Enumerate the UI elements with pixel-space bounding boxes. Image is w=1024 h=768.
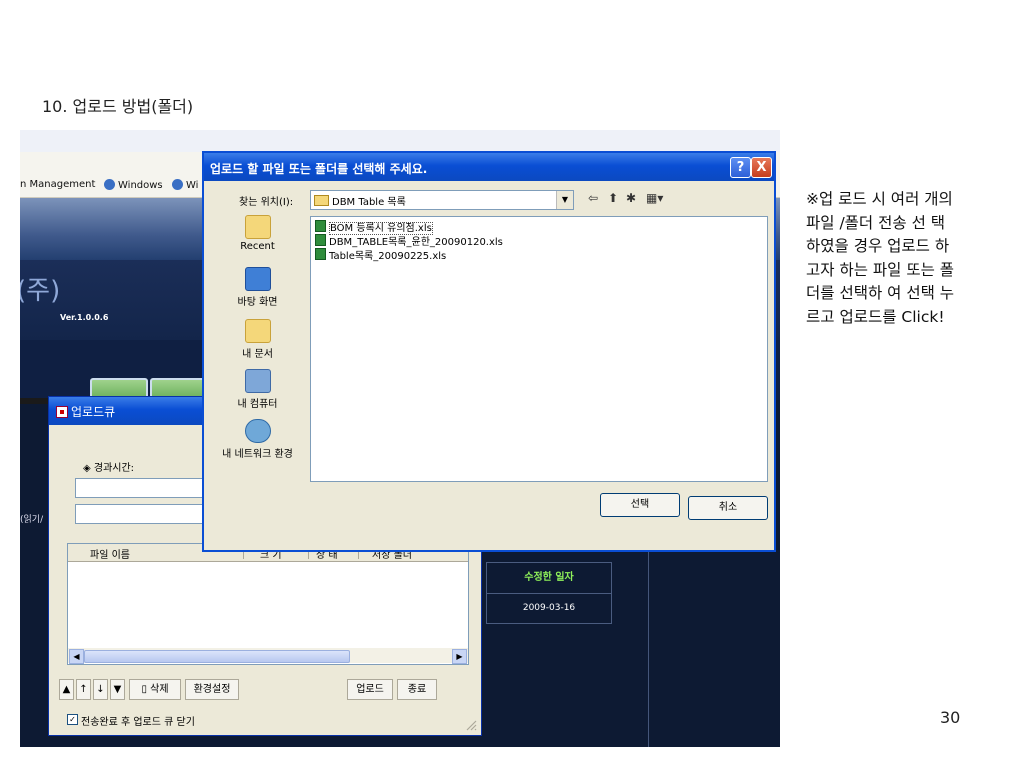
modified-date-cell: 2009-03-16 (522, 603, 576, 613)
file-item[interactable]: DBM_TABLE목록_윤한_20090120.xls (315, 234, 503, 248)
link-wi[interactable]: Wi (172, 179, 198, 191)
move-up-icon[interactable]: ↑ (76, 679, 91, 700)
cancel-button[interactable]: 취소 (688, 496, 768, 520)
select-folder-dialog: 업로드 할 파일 또는 폴더를 선택해 주세요. ? X 찾는 위치(I): D… (202, 151, 776, 552)
queue-file-list[interactable]: 파일 이름 크 기 상 태 저장 폴더 ◀ ▶ (67, 543, 469, 665)
scroll-thumb[interactable] (84, 650, 350, 663)
settings-button[interactable]: 환경설정 (185, 679, 239, 700)
up-folder-icon[interactable]: ⬆ (608, 191, 618, 205)
version-label: Ver.1.0.0.6 (60, 313, 109, 322)
checkbox-label: 전송완료 후 업로드 큐 닫기 (81, 717, 195, 728)
instruction-note: ※업 로드 시 여러 개의 파일 /폴더 전송 선 택 하였을 경우 업로드 하… (806, 190, 955, 326)
help-button[interactable]: ? (730, 157, 751, 178)
left-label: (읽기/ (20, 515, 44, 525)
page-number: 30 (940, 708, 961, 727)
company-logo: (주) (20, 276, 61, 306)
move-down-icon[interactable]: ↓ (93, 679, 108, 700)
places-bar: Recent 바탕 화면 내 문서 내 컴퓨터 내 네트워크 환경 (211, 215, 304, 479)
look-in-dropdown[interactable]: DBM Table 목록 ▼ (310, 190, 574, 210)
link-management[interactable]: n Management (20, 179, 95, 190)
link-windows[interactable]: Windows (104, 179, 163, 191)
back-icon[interactable]: ⇦ (588, 191, 598, 205)
place-my-documents[interactable]: 내 문서 (211, 319, 304, 360)
dialog-title: 업로드 할 파일 또는 폴더를 선택해 주세요. (210, 162, 428, 176)
place-network[interactable]: 내 네트워크 환경 (211, 419, 304, 460)
move-top-icon[interactable]: ▲ (59, 679, 74, 700)
desktop-icon (244, 267, 271, 291)
trash-icon: ▯ (141, 684, 147, 695)
delete-button[interactable]: ▯ 삭제 (129, 679, 181, 700)
file-list-pane[interactable]: BOM 등록시 유의점.xls DBM_TABLE목록_윤한_20090120.… (310, 216, 768, 482)
my-computer-icon (244, 369, 271, 393)
move-bottom-icon[interactable]: ▼ (110, 679, 125, 700)
new-folder-icon[interactable]: ✱ (626, 191, 636, 205)
modified-date-header: 수정한 일자 (487, 563, 611, 594)
place-recent[interactable]: Recent (211, 215, 304, 252)
upload-button[interactable]: 업로드 (347, 679, 393, 700)
embedded-screenshot: n Management Windows Wi (주) Ver.1.0.0.6 … (20, 130, 780, 747)
select-button[interactable]: 선택 (600, 493, 680, 517)
chevron-down-icon[interactable]: ▼ (556, 191, 573, 209)
ie-icon (104, 179, 115, 190)
close-button[interactable]: X (751, 157, 772, 178)
elapsed-time-label: ◈ 경과시간: (83, 463, 135, 474)
col-file-name[interactable]: 파일 이름 (90, 546, 130, 561)
scroll-right-arrow-icon[interactable]: ▶ (452, 649, 467, 664)
exit-button[interactable]: 종료 (397, 679, 437, 700)
place-my-computer[interactable]: 내 컴퓨터 (211, 369, 304, 410)
excel-file-icon (315, 248, 326, 260)
folder-icon (314, 195, 329, 206)
dialog-titlebar[interactable]: 업로드 할 파일 또는 폴더를 선택해 주세요. ? X (204, 153, 774, 181)
network-globe-icon (244, 419, 271, 443)
place-desktop[interactable]: 바탕 화면 (211, 267, 304, 308)
app-icon (56, 406, 68, 418)
look-in-label: 찾는 위치(I): (239, 197, 294, 208)
view-menu-icon[interactable]: ▦▾ (646, 191, 663, 205)
file-item[interactable]: Table목록_20090225.xls (315, 248, 446, 262)
file-item[interactable]: BOM 등록시 유의점.xls (315, 220, 433, 235)
excel-file-icon (315, 234, 326, 246)
ie-icon (172, 179, 183, 190)
file-info-table: 수정한 일자 2009-03-16 (486, 562, 612, 624)
browser-toolbar (20, 130, 780, 152)
horizontal-scrollbar[interactable]: ◀ ▶ (68, 648, 468, 664)
look-in-value: DBM Table 목록 (332, 197, 406, 208)
slide-title: 10. 업로드 방법(폴더) (42, 97, 194, 116)
checkbox-box[interactable]: ✓ (67, 714, 78, 725)
recent-folder-icon (244, 215, 271, 239)
resize-grip-icon[interactable] (465, 719, 477, 731)
upload-queue-title: 업로드큐 (71, 405, 116, 419)
scroll-left-arrow-icon[interactable]: ◀ (69, 649, 84, 664)
excel-file-icon (315, 220, 326, 232)
my-documents-icon (244, 319, 271, 343)
